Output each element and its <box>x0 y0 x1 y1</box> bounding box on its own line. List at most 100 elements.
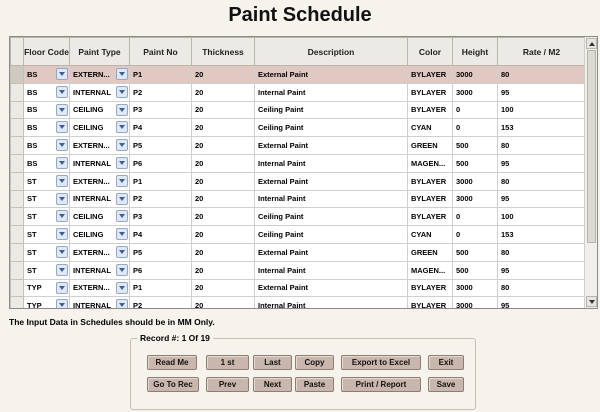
row-selector[interactable] <box>10 136 24 155</box>
rate-cell[interactable]: 153 <box>497 225 586 244</box>
export-to-excel-button[interactable]: Export to Excel <box>341 355 421 370</box>
paint-no-cell[interactable]: P5 <box>129 136 192 155</box>
col-header-floor-code[interactable]: Floor Code <box>23 37 70 66</box>
color-cell[interactable]: GREEN <box>407 242 453 262</box>
floor-code-cell[interactable]: BS <box>23 100 70 120</box>
rate-cell[interactable]: 95 <box>497 189 586 209</box>
row-selector[interactable] <box>10 82 24 102</box>
col-header-description[interactable]: Description <box>254 37 408 66</box>
height-cell[interactable]: 3000 <box>452 296 498 308</box>
floor-code-cell[interactable]: TYP <box>23 278 70 298</box>
paint-type-cell[interactable]: CEILING <box>69 100 130 120</box>
paint-type-cell[interactable]: INTERNAL <box>69 260 130 280</box>
chevron-down-icon[interactable] <box>56 263 68 276</box>
paint-no-cell[interactable]: P1 <box>129 278 192 298</box>
rate-cell[interactable]: 80 <box>497 171 586 191</box>
read-me-button[interactable]: Read Me <box>147 355 197 370</box>
table-row[interactable]: TYP INTERNAL P2 20 Internal Paint BYLAYER 3000… <box>10 296 586 308</box>
table-row[interactable]: BS CEILING P4 20 Ceiling Paint CYAN 0 153 <box>10 118 586 138</box>
go-to-rec-button[interactable]: Go To Rec <box>147 377 199 392</box>
description-cell[interactable]: Internal Paint <box>254 153 408 173</box>
paint-no-cell[interactable]: P5 <box>129 242 192 262</box>
paint-type-cell[interactable]: CEILING <box>69 118 130 138</box>
rate-cell[interactable]: 80 <box>497 242 586 262</box>
color-cell[interactable]: BYLAYER <box>407 171 453 191</box>
chevron-down-icon[interactable] <box>116 228 128 241</box>
rate-cell[interactable]: 100 <box>497 207 586 227</box>
row-selector[interactable] <box>10 171 24 191</box>
col-header-paint-type[interactable]: Paint Type <box>69 37 130 66</box>
chevron-down-icon[interactable] <box>56 85 68 98</box>
description-cell[interactable]: External Paint <box>254 242 408 262</box>
rate-cell[interactable]: 95 <box>497 260 586 280</box>
chevron-down-icon[interactable] <box>116 299 128 308</box>
floor-code-cell[interactable]: BS <box>23 65 70 84</box>
paste-button[interactable]: Paste <box>295 377 334 392</box>
table-row[interactable]: BS EXTERN... P5 20 External Paint GREEN 500 80 <box>10 136 586 155</box>
paint-type-cell[interactable]: EXTERN... <box>69 242 130 262</box>
chevron-down-icon[interactable] <box>56 281 68 294</box>
paint-type-cell[interactable]: CEILING <box>69 207 130 227</box>
chevron-down-icon[interactable] <box>56 139 68 152</box>
rate-cell[interactable]: 80 <box>497 136 586 155</box>
thickness-cell[interactable]: 20 <box>191 82 255 102</box>
chevron-down-icon[interactable] <box>116 245 128 258</box>
chevron-down-icon[interactable] <box>116 192 128 205</box>
chevron-down-icon[interactable] <box>116 156 128 169</box>
chevron-down-icon[interactable] <box>116 263 128 276</box>
description-cell[interactable]: Ceiling Paint <box>254 100 408 120</box>
paint-no-cell[interactable]: P4 <box>129 118 192 138</box>
thickness-cell[interactable]: 20 <box>191 225 255 244</box>
table-row[interactable]: ST INTERNAL P2 20 Internal Paint BYLAYER 3000 9… <box>10 189 586 209</box>
vertical-scrollbar[interactable] <box>584 37 597 308</box>
table-row[interactable]: BS INTERNAL P2 20 Internal Paint BYLAYER 3000 9… <box>10 82 586 102</box>
col-header-paint-no[interactable]: Paint No <box>129 37 192 66</box>
height-cell[interactable]: 500 <box>452 242 498 262</box>
description-cell[interactable]: Ceiling Paint <box>254 207 408 227</box>
copy-button[interactable]: Copy <box>295 355 334 370</box>
row-selector[interactable] <box>10 242 24 262</box>
table-row[interactable]: ST EXTERN... P5 20 External Paint GREEN 500 80 <box>10 242 586 262</box>
color-cell[interactable]: BYLAYER <box>407 189 453 209</box>
paint-type-cell[interactable]: EXTERN... <box>69 136 130 155</box>
color-cell[interactable]: BYLAYER <box>407 207 453 227</box>
description-cell[interactable]: Ceiling Paint <box>254 225 408 244</box>
chevron-down-icon[interactable] <box>56 174 68 187</box>
description-cell[interactable]: External Paint <box>254 171 408 191</box>
chevron-down-icon[interactable] <box>116 139 128 152</box>
thickness-cell[interactable]: 20 <box>191 207 255 227</box>
description-cell[interactable]: Internal Paint <box>254 189 408 209</box>
rate-cell[interactable]: 100 <box>497 100 586 120</box>
thickness-cell[interactable]: 20 <box>191 136 255 155</box>
height-cell[interactable]: 3000 <box>452 65 498 84</box>
rate-cell[interactable]: 80 <box>497 65 586 84</box>
floor-code-cell[interactable]: ST <box>23 189 70 209</box>
chevron-down-icon[interactable] <box>56 299 68 308</box>
description-cell[interactable]: Internal Paint <box>254 296 408 308</box>
paint-type-cell[interactable]: INTERNAL <box>69 296 130 308</box>
description-cell[interactable]: External Paint <box>254 65 408 84</box>
thickness-cell[interactable]: 20 <box>191 100 255 120</box>
floor-code-cell[interactable]: BS <box>23 153 70 173</box>
row-selector[interactable] <box>10 118 24 138</box>
paint-type-cell[interactable]: INTERNAL <box>69 189 130 209</box>
row-selector[interactable] <box>10 153 24 173</box>
prev-button[interactable]: Prev <box>206 377 249 392</box>
chevron-down-icon[interactable] <box>56 245 68 258</box>
scroll-down-icon[interactable] <box>586 296 597 307</box>
table-row[interactable]: BS INTERNAL P6 20 Internal Paint MAGEN... 500 9… <box>10 153 586 173</box>
paint-type-cell[interactable]: EXTERN... <box>69 171 130 191</box>
paint-type-cell[interactable]: INTERNAL <box>69 82 130 102</box>
color-cell[interactable]: MAGEN... <box>407 260 453 280</box>
height-cell[interactable]: 500 <box>452 136 498 155</box>
description-cell[interactable]: External Paint <box>254 278 408 298</box>
floor-code-cell[interactable]: ST <box>23 260 70 280</box>
chevron-down-icon[interactable] <box>56 228 68 241</box>
chevron-down-icon[interactable] <box>116 121 128 134</box>
color-cell[interactable]: GREEN <box>407 136 453 155</box>
table-row[interactable]: ST CEILING P3 20 Ceiling Paint BYLAYER 0 100 <box>10 207 586 227</box>
chevron-down-icon[interactable] <box>56 68 68 80</box>
color-cell[interactable]: CYAN <box>407 225 453 244</box>
thickness-cell[interactable]: 20 <box>191 189 255 209</box>
row-selector[interactable] <box>10 207 24 227</box>
